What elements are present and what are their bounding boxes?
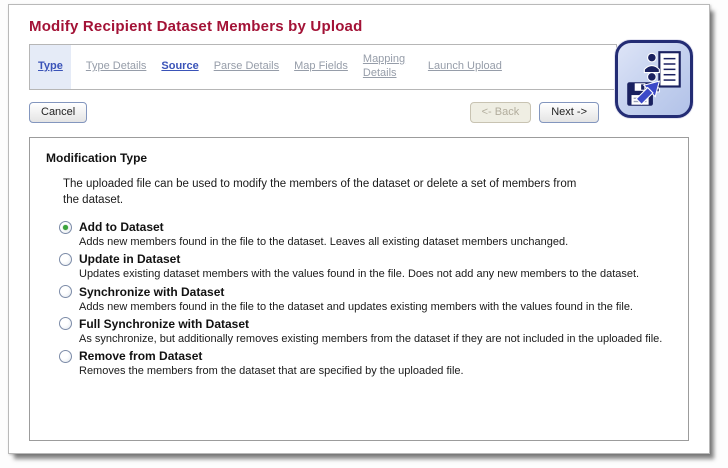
wizard-step-type[interactable]: Type <box>30 45 71 89</box>
wizard-steps: Type Type Details Source Parse Details M… <box>29 44 617 90</box>
cancel-button[interactable]: Cancel <box>29 102 88 123</box>
option-description: Removes the members from the dataset tha… <box>79 365 464 378</box>
modification-option-list: Add to Dataset Adds new members found in… <box>59 220 672 378</box>
option-label: Update in Dataset <box>79 252 181 267</box>
option-label: Synchronize with Dataset <box>79 284 225 299</box>
radio-full-synchronize-with-dataset[interactable] <box>59 317 72 331</box>
wizard-step-map-fields: Map Fields <box>294 60 348 73</box>
wizard-step-type-details: Type Details <box>85 60 147 73</box>
back-button: <- Back <box>469 102 532 123</box>
option-label: Remove from Dataset <box>79 349 203 364</box>
section-heading: Modification Type <box>46 151 148 165</box>
option-description: As synchronize, but additionally removes… <box>79 332 663 345</box>
radio-add-to-dataset[interactable] <box>59 220 72 234</box>
radio-synchronize-with-dataset[interactable] <box>59 285 72 299</box>
upload-members-icon-graphic <box>627 51 681 106</box>
option-label: Add to Dataset <box>79 220 164 235</box>
modification-type-panel: Modification Type The uploaded file can … <box>29 137 689 441</box>
radio-update-in-dataset[interactable] <box>59 252 72 266</box>
option-synchronize-with-dataset[interactable]: Synchronize with Dataset <box>59 285 672 299</box>
option-description: Updates existing dataset members with th… <box>79 268 640 281</box>
option-label: Full Synchronize with Dataset <box>79 316 250 331</box>
page-title: Modify Recipient Dataset Members by Uplo… <box>29 18 363 35</box>
option-update-in-dataset[interactable]: Update in Dataset <box>59 252 672 266</box>
wizard-step-mapping-details: Mapping Details <box>362 53 406 79</box>
wizard-header-row: Type Type Details Source Parse Details M… <box>29 40 693 118</box>
option-add-to-dataset[interactable]: Add to Dataset <box>59 220 672 234</box>
wizard-toolbar: Cancel <- Back Next -> <box>29 102 599 123</box>
wizard-page: Modify Recipient Dataset Members by Uplo… <box>8 4 710 454</box>
option-description: Adds new members found in the file to th… <box>79 300 633 313</box>
dataset-upload-save-icon <box>615 40 693 118</box>
wizard-step-parse-details: Parse Details <box>213 60 280 73</box>
next-button[interactable]: Next -> <box>539 102 599 123</box>
option-description: Adds new members found in the file to th… <box>79 236 569 249</box>
wizard-step-launch-upload: Launch Upload <box>427 60 502 73</box>
wizard-step-source[interactable]: Source <box>161 60 198 74</box>
option-full-synchronize-with-dataset[interactable]: Full Synchronize with Dataset <box>59 317 672 331</box>
radio-remove-from-dataset[interactable] <box>59 349 72 363</box>
option-remove-from-dataset[interactable]: Remove from Dataset <box>59 349 672 363</box>
section-intro: The uploaded file can be used to modify … <box>63 178 577 206</box>
